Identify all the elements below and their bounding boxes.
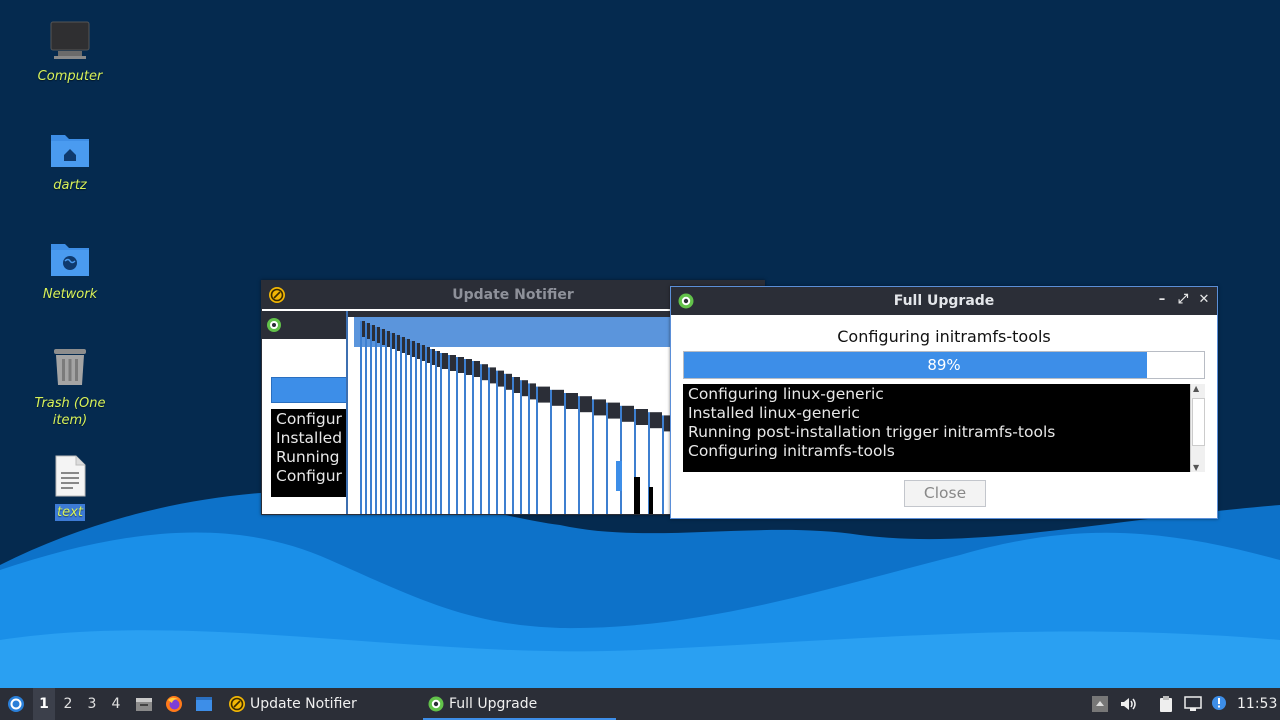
- desktop-icon-label: Network: [42, 287, 98, 302]
- trash-icon: [54, 349, 86, 385]
- workspace-2[interactable]: 2: [57, 688, 79, 720]
- gear-icon: [428, 696, 444, 712]
- monitor-icon: [50, 21, 90, 59]
- start-menu-button[interactable]: [4, 688, 28, 720]
- firefox-icon[interactable]: [165, 695, 183, 713]
- log-line: Configur: [276, 410, 342, 428]
- desktop[interactable]: Computer dartz Network Trash (One item): [0, 0, 1280, 688]
- log-line: Configuring linux-generic: [688, 385, 884, 403]
- scroll-up-icon[interactable]: ▲: [1193, 384, 1199, 393]
- task-update-notifier[interactable]: Update Notifier: [224, 688, 442, 720]
- desktop-icon-home[interactable]: dartz: [20, 127, 120, 194]
- log-line: Installed linux-generic: [688, 404, 860, 422]
- desktop-icon-text[interactable]: text: [20, 454, 120, 521]
- text-file-icon: [55, 455, 86, 497]
- notifier-log: Configur Installed Running Configur: [271, 409, 346, 497]
- log-line: Configuring initramfs-tools: [688, 442, 895, 460]
- desktop-icon-label: dartz: [53, 178, 87, 193]
- tray-expand-icon[interactable]: [1091, 695, 1109, 713]
- desktop-icon-network[interactable]: Network: [20, 236, 120, 303]
- log-line: Configur: [276, 467, 342, 485]
- upgrade-titlebar[interactable]: Full Upgrade – ⤢ ✕: [671, 287, 1217, 315]
- scroll-thumb[interactable]: [1192, 398, 1205, 446]
- notifier-progress-bar: [271, 377, 348, 403]
- upgrade-log: Configuring linux-generic Installed linu…: [683, 384, 1192, 472]
- log-line: Installed: [276, 429, 343, 447]
- status-text: Configuring initramfs-tools: [837, 327, 1051, 346]
- taskbar: 1 2 3 4 Update Notifier Full Upgrade 11:…: [0, 688, 1280, 720]
- desktop-icon-label: text: [55, 504, 85, 521]
- task-full-upgrade[interactable]: Full Upgrade: [423, 688, 616, 720]
- full-upgrade-window[interactable]: Full Upgrade – ⤢ ✕ Configuring initramfs…: [670, 286, 1218, 519]
- minimize-icon[interactable]: –: [1155, 293, 1169, 307]
- log-line: Running post-installation trigger initra…: [688, 423, 1056, 441]
- network-folder-icon: [51, 244, 89, 276]
- desktop-icon-label: Computer: [37, 69, 103, 84]
- desktop-icon-trash[interactable]: Trash (One item): [20, 345, 120, 429]
- workspace-3[interactable]: 3: [81, 688, 103, 720]
- maximize-icon[interactable]: ⤢: [1176, 293, 1190, 307]
- notifier-inner-titlebar: [262, 311, 346, 339]
- gear-icon: [267, 318, 281, 332]
- clock[interactable]: 11:53: [1237, 688, 1277, 720]
- log-line: Running: [276, 448, 340, 466]
- close-icon[interactable]: ✕: [1197, 293, 1211, 307]
- volume-icon[interactable]: [1119, 695, 1137, 713]
- task-label: Full Upgrade: [449, 696, 538, 712]
- update-notifier-icon: [229, 696, 245, 712]
- file-manager-icon[interactable]: [135, 695, 153, 713]
- close-button[interactable]: Close: [904, 480, 986, 507]
- network-status-icon[interactable]: [1184, 695, 1202, 713]
- progress-bar: 89%: [683, 351, 1205, 379]
- update-available-icon[interactable]: [1210, 695, 1228, 713]
- desktop-icon-computer[interactable]: Computer: [20, 18, 120, 85]
- window-title: Full Upgrade: [893, 293, 995, 309]
- clipboard-icon[interactable]: [1157, 695, 1175, 713]
- home-folder-icon: [51, 135, 89, 167]
- scroll-down-icon[interactable]: ▼: [1193, 463, 1199, 472]
- task-label: Update Notifier: [250, 696, 357, 712]
- workspace-1[interactable]: 1: [33, 688, 55, 720]
- show-desktop-icon[interactable]: [195, 695, 213, 713]
- lubuntu-logo-icon: [8, 696, 24, 712]
- desktop-icon-label: Trash (One item): [34, 396, 106, 428]
- workspace-4[interactable]: 4: [105, 688, 127, 720]
- progress-label: 89%: [927, 356, 961, 374]
- log-scrollbar[interactable]: ▲ ▼: [1190, 384, 1205, 472]
